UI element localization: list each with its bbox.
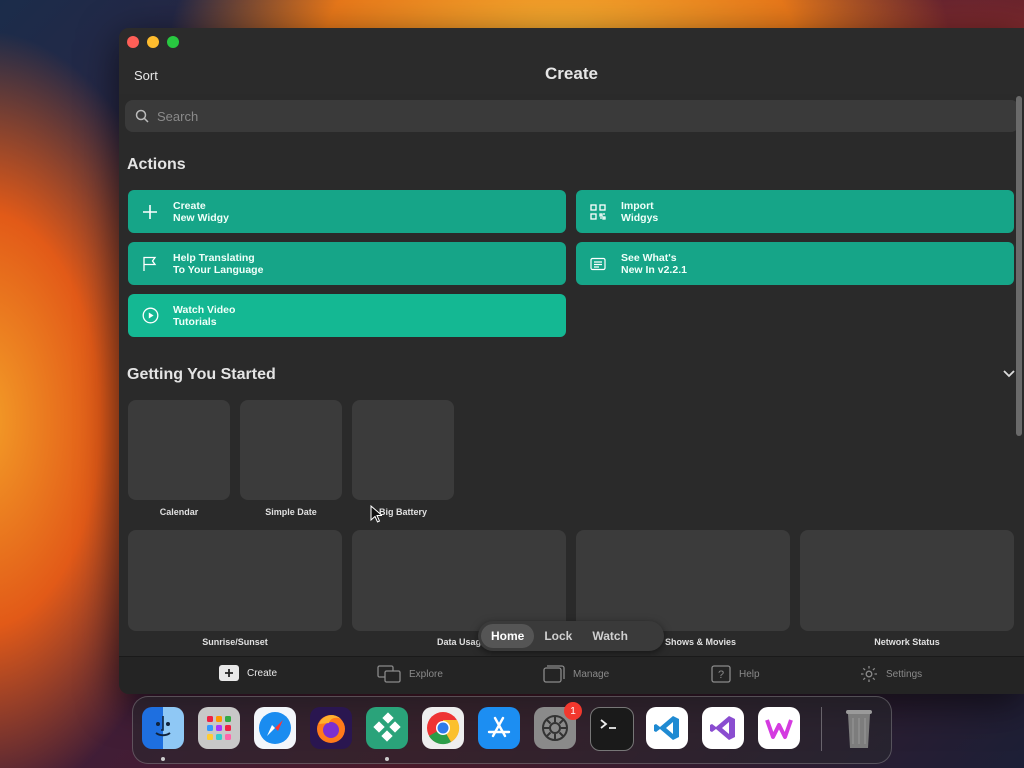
tab-bar: Create Explore Manage ? Help Settings: [119, 656, 1024, 694]
notification-badge: 1: [564, 702, 582, 720]
tab-help[interactable]: ? Help: [711, 665, 760, 683]
segment-home[interactable]: Home: [481, 624, 535, 648]
launchpad-icon[interactable]: [198, 707, 240, 749]
import-widgys-button[interactable]: Import Widgys: [576, 190, 1014, 233]
page-title: Create: [545, 64, 598, 83]
dock: 1: [132, 696, 892, 764]
news-icon: [589, 255, 607, 273]
tab-label: Settings: [886, 668, 923, 680]
dock-separator: [821, 707, 822, 751]
widget-size-segmented-control: Home Lock Watch: [478, 621, 664, 651]
visual-studio-icon[interactable]: [702, 707, 744, 749]
watch-tutorials-button[interactable]: Watch Video Tutorials: [128, 294, 566, 337]
windows-icon: [377, 665, 401, 683]
segment-watch[interactable]: Watch: [582, 624, 638, 648]
whats-new-button[interactable]: See What's New In v2.2.1: [576, 242, 1014, 285]
firefox-icon[interactable]: [310, 707, 352, 749]
widgy-app-icon[interactable]: [366, 707, 408, 749]
template-label: Data Usag: [436, 637, 481, 647]
tab-label: Create: [247, 667, 278, 679]
safari-icon[interactable]: [254, 707, 296, 749]
search-input[interactable]: Search: [157, 109, 198, 124]
minimize-window-button[interactable]: [147, 36, 159, 48]
zoom-window-button[interactable]: [167, 36, 179, 48]
main-content: Search Actions Create New Widgy Import Wid…: [119, 94, 1024, 656]
action-label: To Your Language: [173, 263, 264, 276]
action-label: New In v2.2.1: [621, 263, 687, 276]
title-bar: Sort Create: [119, 28, 1024, 94]
segment-lock[interactable]: Lock: [534, 624, 582, 648]
actions-heading: Actions: [127, 156, 186, 173]
template-label: Simple Date: [265, 507, 317, 517]
app-window: Sort Create Search Actions Create New Wid…: [119, 28, 1024, 694]
search-bar[interactable]: Search: [125, 100, 1019, 132]
plus-icon: [141, 203, 159, 221]
vscode-icon[interactable]: [646, 707, 688, 749]
mouse-cursor-icon: [370, 505, 382, 523]
action-label: See What's: [621, 251, 677, 264]
action-label: Help Translating: [173, 251, 255, 264]
running-indicator: [385, 757, 389, 761]
finder-icon[interactable]: [142, 707, 184, 749]
template-tile-network-status[interactable]: [800, 530, 1014, 631]
template-label: Calendar: [159, 507, 199, 517]
flag-icon: [141, 255, 159, 273]
app-store-icon[interactable]: [478, 707, 520, 749]
chevron-down-icon[interactable]: [1002, 366, 1016, 384]
tab-settings[interactable]: Settings: [860, 665, 922, 683]
template-label: Sunrise/Sunset: [202, 637, 268, 647]
stack-icon: [543, 665, 565, 683]
action-label: New Widgy: [173, 211, 229, 224]
terminal-icon[interactable]: [590, 707, 634, 751]
action-label: Watch Video: [173, 303, 236, 316]
plus-square-icon: [219, 665, 239, 681]
template-label: Shows & Movies: [665, 637, 737, 647]
template-tile-shows-movies[interactable]: [576, 530, 790, 631]
template-tile-simple-date[interactable]: [240, 400, 342, 500]
play-circle-icon: [141, 307, 159, 325]
template-tile-sunrise-sunset[interactable]: [128, 530, 342, 631]
search-icon: [135, 109, 149, 123]
window-controls: [127, 36, 179, 48]
tab-label: Explore: [409, 668, 443, 680]
question-mark-icon: ?: [711, 665, 731, 683]
tab-manage[interactable]: Manage: [543, 665, 609, 683]
help-translating-button[interactable]: Help Translating To Your Language: [128, 242, 566, 285]
close-window-button[interactable]: [127, 36, 139, 48]
action-label: Create: [173, 199, 206, 212]
action-label: Import: [621, 199, 654, 212]
chrome-icon[interactable]: [422, 707, 464, 749]
template-label: Big Battery: [378, 507, 427, 517]
action-label: Widgys: [621, 211, 659, 224]
tab-label: Help: [739, 668, 760, 680]
trash-icon[interactable]: [838, 707, 880, 749]
tab-label: Manage: [573, 668, 610, 680]
action-label: Tutorials: [173, 315, 217, 328]
running-indicator: [161, 757, 165, 761]
gear-icon: [861, 666, 877, 682]
tab-explore[interactable]: Explore: [377, 665, 443, 683]
widgy-pro-icon[interactable]: [758, 707, 800, 749]
getting-started-heading: Getting You Started: [127, 366, 276, 383]
tab-create[interactable]: Create: [219, 665, 277, 681]
template-tile-big-battery[interactable]: [352, 400, 454, 500]
template-tile-data-usage[interactable]: [352, 530, 566, 631]
scrollbar[interactable]: [1016, 96, 1022, 436]
template-label: Network Status: [874, 637, 940, 647]
create-new-widgy-button[interactable]: Create New Widgy: [128, 190, 566, 233]
svg-text:?: ?: [718, 669, 724, 681]
qr-code-icon: [589, 203, 607, 221]
template-tile-calendar[interactable]: [128, 400, 230, 500]
